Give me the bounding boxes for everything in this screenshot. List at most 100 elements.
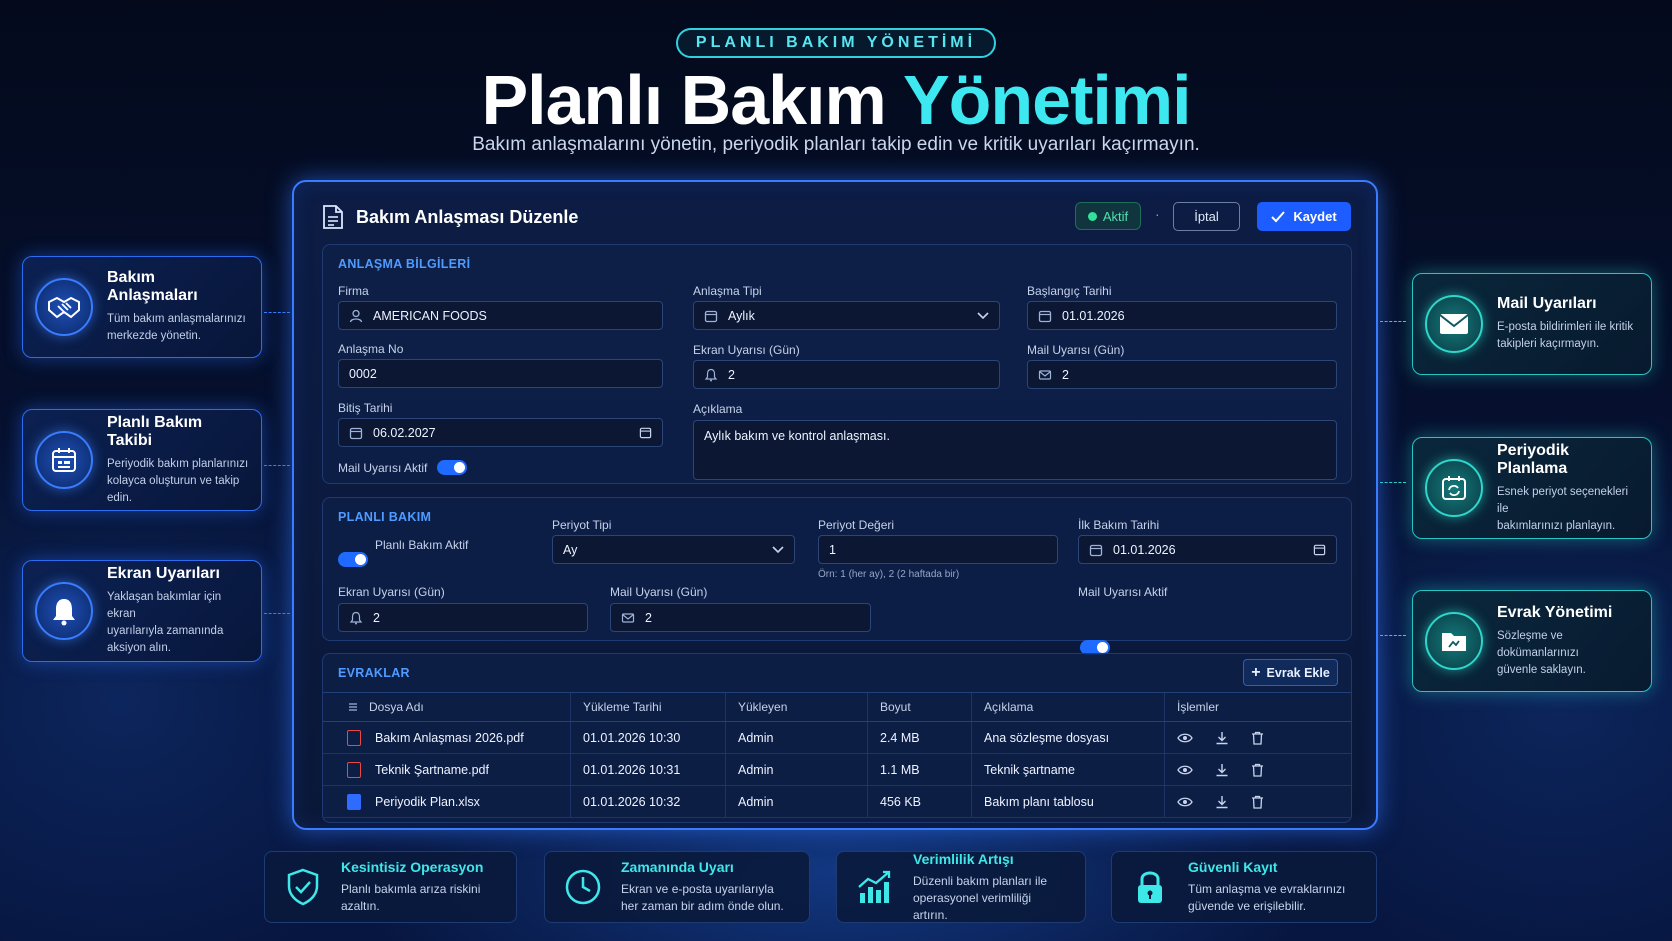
periyot-degeri-value: 1 <box>829 542 836 557</box>
uploader: Admin <box>726 754 868 785</box>
mail-active-toggle[interactable] <box>437 460 467 475</box>
pdf-file-icon <box>347 729 361 746</box>
trash-icon[interactable] <box>1251 731 1264 745</box>
trash-icon[interactable] <box>1251 763 1264 777</box>
card-title: Güvenli Kayıt <box>1188 859 1278 875</box>
download-icon[interactable] <box>1215 763 1229 777</box>
feature-card-tracking: Planlı Bakım Takibi Periyodik bakım plan… <box>22 409 262 511</box>
col-header[interactable]: Açıklama <box>972 693 1165 721</box>
file-name[interactable]: Teknik Şartname.pdf <box>375 763 489 777</box>
view-eye-icon[interactable] <box>1177 764 1193 776</box>
screen-alert-days-field[interactable]: 2 <box>693 360 1000 389</box>
col-header[interactable]: Yükleme Tarihi <box>571 693 726 721</box>
table-row[interactable]: Periyodik Plan.xlsx 01.01.2026 10:32 Adm… <box>323 786 1351 818</box>
plus-icon: + <box>1251 663 1261 681</box>
card-desc: Yaklaşan bakımlar için ekran <box>107 591 222 620</box>
user-icon <box>349 309 363 322</box>
upload-date: 01.01.2026 10:32 <box>571 786 726 817</box>
header-pill: PLANLI BAKIM YÖNETİMİ <box>676 28 996 58</box>
bitis-value: 06.02.2027 <box>373 425 436 440</box>
feature-card-mail-alerts: Mail Uyarıları E-posta bildirimleri ile … <box>1412 273 1652 375</box>
file-name[interactable]: Periyodik Plan.xlsx <box>375 795 480 809</box>
planned-mail-alert-field[interactable]: 2 <box>610 603 871 632</box>
benefit-card-secure: Güvenli Kayıt Tüm anlaşma ve evraklarını… <box>1111 851 1377 923</box>
view-eye-icon[interactable] <box>1177 796 1193 808</box>
bell-icon <box>349 611 363 624</box>
no-label: Anlaşma No <box>338 342 404 356</box>
section-title: PLANLI BAKIM <box>338 510 432 524</box>
file-desc: Teknik şartname <box>972 754 1165 785</box>
check-icon <box>1271 210 1286 222</box>
agreement-type-select[interactable]: Aylık <box>693 301 1000 330</box>
planned-active-toggle[interactable] <box>338 552 368 567</box>
period-value-field[interactable]: 1 <box>818 535 1058 564</box>
mail-icon <box>621 612 635 623</box>
lock-icon <box>1138 871 1162 903</box>
save-button[interactable]: Kaydet <box>1257 202 1351 231</box>
card-desc: uyarılarıyla zamanında aksiyon alın. <box>107 625 224 654</box>
ekran-label: Ekran Uyarısı (Gün) <box>338 585 445 599</box>
col-header-label: Dosya Adı <box>369 700 424 714</box>
benefit-card-timely-alert: Zamanında Uyarı Ekran ve e-posta uyarıla… <box>544 851 810 923</box>
col-header[interactable]: Boyut <box>868 693 972 721</box>
sort-icon <box>349 703 357 711</box>
upload-date: 01.01.2026 10:30 <box>571 722 726 753</box>
calendar-refresh-icon <box>1425 459 1483 517</box>
status-badge[interactable]: Aktif <box>1075 202 1141 230</box>
file-name[interactable]: Bakım Anlaşması 2026.pdf <box>375 731 524 745</box>
trash-icon[interactable] <box>1251 795 1264 809</box>
uploader: Admin <box>726 722 868 753</box>
page-subtitle: Bakım anlaşmalarını yönetin, periyodik p… <box>472 134 1200 155</box>
file-size: 2.4 MB <box>868 722 972 753</box>
card-desc: Ekran ve e-posta uyarılarıyla <box>621 882 774 896</box>
file-desc: Ana sözleşme dosyası <box>972 722 1165 753</box>
ekran-value: 2 <box>373 610 380 625</box>
view-eye-icon[interactable] <box>1177 732 1193 744</box>
planned-screen-alert-field[interactable]: 2 <box>338 603 588 632</box>
baslangic-label: Başlangıç Tarihi <box>1027 284 1112 298</box>
firma-label: Firma <box>338 284 369 298</box>
add-document-button[interactable]: + Evrak Ekle <box>1243 659 1338 686</box>
card-title: Zamanında Uyarı <box>621 859 734 875</box>
uploader: Admin <box>726 786 868 817</box>
card-desc: güvenle saklayın. <box>1497 663 1586 676</box>
save-label: Kaydet <box>1293 209 1337 224</box>
clock-icon <box>565 869 601 905</box>
table-header: Dosya Adı Yükleme Tarihi Yükleyen Boyut … <box>323 692 1351 722</box>
col-header[interactable]: Yükleyen <box>726 693 868 721</box>
firma-field[interactable]: AMERICAN FOODS <box>338 301 663 330</box>
card-title: Ekran Uyarıları <box>107 565 220 582</box>
first-maintenance-date-field[interactable]: 01.01.2026 <box>1078 535 1337 564</box>
period-type-select[interactable]: Ay <box>552 535 795 564</box>
card-desc: takipleri kaçırmayın. <box>1497 338 1600 350</box>
card-desc: Planlı bakımla arıza riskini azaltın. <box>341 882 481 913</box>
calendar-picker-icon[interactable] <box>639 426 652 439</box>
firma-value: AMERICAN FOODS <box>373 308 487 323</box>
download-icon[interactable] <box>1215 795 1229 809</box>
col-header[interactable]: Dosya Adı <box>323 693 571 721</box>
page-title: Planlı Bakım Yönetimi <box>0 60 1672 140</box>
cancel-button[interactable]: İptal <box>1173 202 1240 231</box>
title-accent: Yönetimi <box>902 61 1192 139</box>
ekran-label: Ekran Uyarısı (Gün) <box>693 343 800 357</box>
ilk-value: 01.01.2026 <box>1113 542 1176 557</box>
agreement-no-field[interactable]: 0002 <box>338 359 663 388</box>
table-row[interactable]: Bakım Anlaşması 2026.pdf 01.01.2026 10:3… <box>323 722 1351 754</box>
pdf-file-icon <box>347 761 361 778</box>
download-icon[interactable] <box>1215 731 1229 745</box>
mail-active-label: Mail Uyarısı Aktif <box>1078 585 1168 599</box>
description-textarea[interactable]: Aylık bakım ve kontrol anlaşması. <box>693 420 1337 480</box>
calendar-picker-icon[interactable] <box>1313 543 1326 556</box>
table-row[interactable]: Teknik Şartname.pdf 01.01.2026 10:31 Adm… <box>323 754 1351 786</box>
mail-icon <box>1425 295 1483 353</box>
section-title: EVRAKLAR <box>338 666 410 680</box>
end-date-field[interactable]: 06.02.2027 <box>338 418 663 447</box>
aciklama-label: Açıklama <box>693 402 743 416</box>
card-title: Evrak Yönetimi <box>1497 603 1613 621</box>
calendar-icon <box>35 431 93 489</box>
connector-line <box>1380 321 1406 322</box>
card-desc: Tüm anlaşma ve evraklarınızı <box>1188 882 1346 896</box>
mail-alert-days-field[interactable]: 2 <box>1027 360 1337 389</box>
start-date-field[interactable]: 01.01.2026 <box>1027 301 1337 330</box>
card-desc: her zaman bir adım önde olun. <box>621 899 784 913</box>
